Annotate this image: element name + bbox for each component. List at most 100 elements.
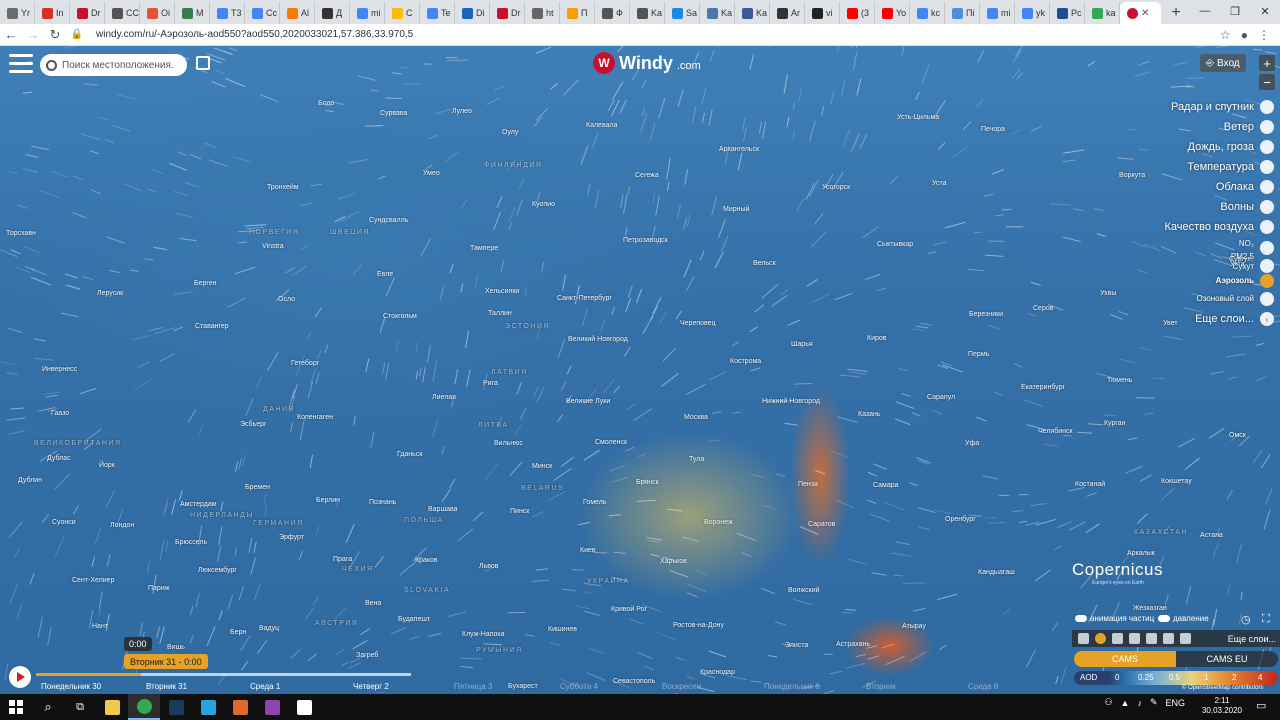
browser-tab[interactable]: T3 (210, 2, 245, 24)
air-sublayer-item[interactable]: Сухут (1233, 262, 1254, 271)
more-layers-link[interactable]: Еще слои... (1228, 634, 1280, 644)
chevron-left-icon[interactable]: ‹ (1260, 312, 1274, 326)
browser-tab[interactable]: Di (455, 2, 490, 24)
menu-dots-icon[interactable]: ⋮ (1258, 28, 1270, 42)
browser-tab[interactable]: Yr (0, 2, 35, 24)
aerosol-map[interactable]: Торсхавн Бодо Сурвава Лулео Оулу Калевала Арха… (0, 46, 1280, 694)
bookmark-star-icon[interactable]: ☆ (1220, 28, 1231, 42)
wind-icon[interactable] (1163, 633, 1174, 644)
soot-icon[interactable] (1260, 259, 1274, 273)
toggle-switch[interactable] (1075, 615, 1087, 622)
timeline-day[interactable]: Пятница 3 (454, 682, 492, 691)
browser-tab[interactable]: mi (980, 2, 1015, 24)
volume-icon[interactable]: ♪ (1137, 698, 1142, 708)
file-explorer-icon[interactable] (96, 694, 128, 720)
browser-tab[interactable]: Ka (630, 2, 665, 24)
timeline-day[interactable]: Воскресен (662, 682, 701, 691)
browser-tab[interactable]: Al (280, 2, 315, 24)
webcam-icon[interactable] (1146, 633, 1157, 644)
telegram-icon[interactable] (192, 694, 224, 720)
timeline-day[interactable]: Вторник 31 (146, 682, 187, 691)
zoom-in-button[interactable]: + (1259, 55, 1275, 71)
browser-tab[interactable]: Yo (875, 2, 910, 24)
main-menu-button[interactable] (9, 54, 33, 74)
aerosol-icon[interactable] (1260, 274, 1274, 288)
heart-icon[interactable] (1078, 633, 1089, 644)
air-sublayer-item[interactable]: Озоновый слой (1197, 294, 1254, 303)
close-window-icon[interactable]: ✕ (1250, 0, 1280, 22)
app-multi-icon[interactable] (256, 694, 288, 720)
air-sublayer-item[interactable]: NO₂ (1239, 239, 1254, 248)
search-icon[interactable]: ⌕ (32, 694, 64, 720)
network-icon[interactable]: ▲ (1121, 698, 1130, 708)
browser-tab[interactable]: (3 (840, 2, 875, 24)
browser-tab[interactable]: Ka (700, 2, 735, 24)
layer-item[interactable]: Дождь, гроза (1188, 141, 1254, 153)
minimize-icon[interactable]: — (1190, 0, 1220, 22)
browser-tab[interactable]: mi (350, 2, 385, 24)
browser-tab[interactable]: Ka (735, 2, 770, 24)
settings-icon[interactable]: ◷ (1241, 613, 1251, 626)
browser-tab[interactable]: Dr (70, 2, 105, 24)
ozone-icon[interactable] (1260, 292, 1274, 306)
share-icon[interactable] (196, 56, 210, 70)
timeline-day[interactable]: Четверг 2 (353, 682, 389, 691)
timeline-day[interactable]: Вторник (866, 682, 896, 691)
timeline-day[interactable]: Суббота 4 (560, 682, 598, 691)
app-orange-icon[interactable] (224, 694, 256, 720)
pressure-toggle[interactable]: давление (1158, 614, 1209, 623)
browser-tab[interactable]: Д (315, 2, 350, 24)
air-sublayer-item[interactable]: Аэрозоль (1216, 276, 1254, 285)
browser-tab-active[interactable]: ✕ (1120, 2, 1161, 24)
timeline-day[interactable]: Понедельник 30 (41, 682, 101, 691)
browser-tab[interactable]: Ar (770, 2, 805, 24)
wind-icon[interactable] (1260, 120, 1274, 134)
reload-icon[interactable]: ↻ (44, 27, 66, 43)
photoshop-icon[interactable] (160, 694, 192, 720)
close-tab-icon[interactable]: ✕ (1141, 8, 1149, 19)
search-input[interactable]: Поиск местоположения. (40, 54, 187, 76)
osm-attribution[interactable]: © OpenStreetMap contributors (1182, 685, 1263, 691)
browser-tab[interactable]: kc (910, 2, 945, 24)
user-icon[interactable]: ⚇ (1104, 697, 1112, 708)
browser-tab[interactable]: Ф (595, 2, 630, 24)
back-icon[interactable]: ← (0, 27, 22, 42)
login-button[interactable]: ⎆ Вход (1200, 54, 1246, 72)
browser-tab[interactable]: Pc (1050, 2, 1085, 24)
browser-tab[interactable]: C (385, 2, 420, 24)
browser-tab[interactable]: Oi (140, 2, 175, 24)
browser-tab[interactable]: In (35, 2, 70, 24)
air-sublayer-item[interactable]: PM2.5 (1231, 252, 1254, 261)
browser-tab[interactable]: vi (805, 2, 840, 24)
layer-item[interactable]: Облака (1216, 181, 1254, 193)
browser-tab[interactable]: Sa (665, 2, 700, 24)
toggle-switch[interactable] (1158, 615, 1170, 622)
fullscreen-icon[interactable]: ⛶ (1262, 613, 1270, 626)
forward-icon[interactable]: → (22, 27, 44, 42)
browser-tab[interactable]: Te (420, 2, 455, 24)
layer-item[interactable]: Ветер (1224, 121, 1254, 133)
maximize-icon[interactable]: ❐ (1220, 0, 1250, 22)
browser-tab[interactable]: ka (1085, 2, 1120, 24)
photos-icon[interactable] (288, 694, 320, 720)
language-indicator[interactable]: ENG (1165, 698, 1185, 708)
pin-icon[interactable] (1180, 633, 1191, 644)
layer-item[interactable]: Качество воздуха (1165, 221, 1255, 233)
start-icon[interactable] (0, 694, 32, 720)
model-cams[interactable]: CAMS (1074, 651, 1176, 667)
chrome-icon[interactable] (128, 694, 160, 720)
timeline-current-time[interactable]: Вторник 31 - 0:00 (124, 654, 208, 669)
particles-toggle[interactable]: анимация частиц (1075, 614, 1154, 623)
browser-tab[interactable]: Пi (945, 2, 980, 24)
more-layers-button[interactable]: Еще слои... (1195, 313, 1254, 325)
play-button[interactable] (9, 666, 31, 688)
notifications-icon[interactable]: ▭ (1256, 699, 1270, 713)
layer-item[interactable]: Температура (1187, 161, 1254, 173)
browser-tab[interactable]: Dr (490, 2, 525, 24)
browser-tab[interactable]: ht (525, 2, 560, 24)
layer-item[interactable]: Радар и спутник (1171, 101, 1254, 113)
pen-icon[interactable]: ✎ (1150, 697, 1158, 708)
timeline-day[interactable]: Среда 1 (250, 682, 280, 691)
browser-tab[interactable]: П (560, 2, 595, 24)
isolines-icon[interactable] (1129, 633, 1140, 644)
